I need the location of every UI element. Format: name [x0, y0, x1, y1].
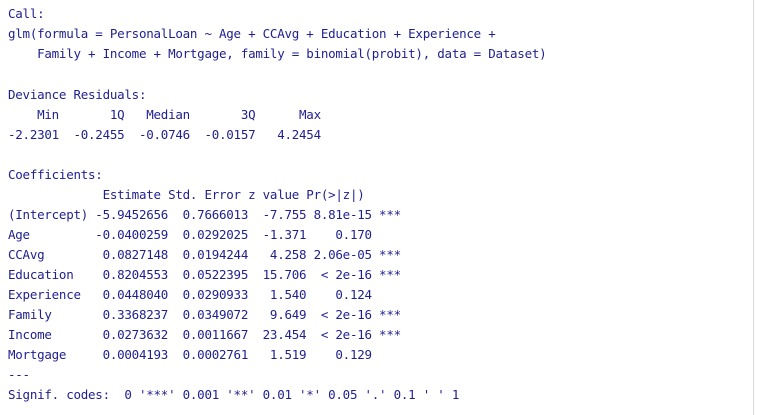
separator-line: --- — [8, 367, 30, 382]
coefficient-row-family: Family 0.3368237 0.0349072 9.649 < 2e-16… — [8, 307, 401, 322]
call-header: Call: — [8, 6, 45, 21]
coefficient-row-experience: Experience 0.0448040 0.0290933 1.540 0.1… — [8, 287, 401, 302]
coefficient-row-age: Age -0.0400259 0.0292025 -1.371 0.170 — [8, 227, 401, 242]
vertical-scrollbar[interactable] — [753, 0, 761, 415]
call-formula-line: glm(formula = PersonalLoan ~ Age + CCAvg… — [8, 26, 496, 41]
coefficient-row-education: Education 0.8204553 0.0522395 15.706 < 2… — [8, 267, 401, 282]
deviance-residuals-labels: Min 1Q Median 3Q Max — [8, 107, 336, 122]
coefficient-row-mortgage: Mortgage 0.0004193 0.0002761 1.519 0.129 — [8, 347, 401, 362]
scrollbar-track[interactable] — [753, 0, 754, 415]
deviance-residuals-values: -2.2301 -0.2455 -0.0746 -0.0157 4.2454 — [8, 127, 336, 142]
coefficient-row-ccavg: CCAvg 0.0827148 0.0194244 4.258 2.06e-05… — [8, 247, 401, 262]
signif-codes-line: Signif. codes: 0 '***' 0.001 '**' 0.01 '… — [8, 387, 460, 402]
call-formula-continuation: Family + Income + Mortgage, family = bin… — [8, 46, 547, 61]
coefficient-row-income: Income 0.0273632 0.0011667 23.454 < 2e-1… — [8, 327, 401, 342]
r-console-output[interactable]: Call: glm(formula = PersonalLoan ~ Age +… — [0, 0, 748, 415]
coefficients-column-headers: Estimate Std. Error z value Pr(>|z|) — [8, 187, 394, 202]
coefficient-row-intercept: (Intercept) -5.9452656 0.7666013 -7.755 … — [8, 207, 401, 222]
coefficients-header: Coefficients: — [8, 167, 103, 182]
deviance-residuals-header: Deviance Residuals: — [8, 87, 147, 102]
